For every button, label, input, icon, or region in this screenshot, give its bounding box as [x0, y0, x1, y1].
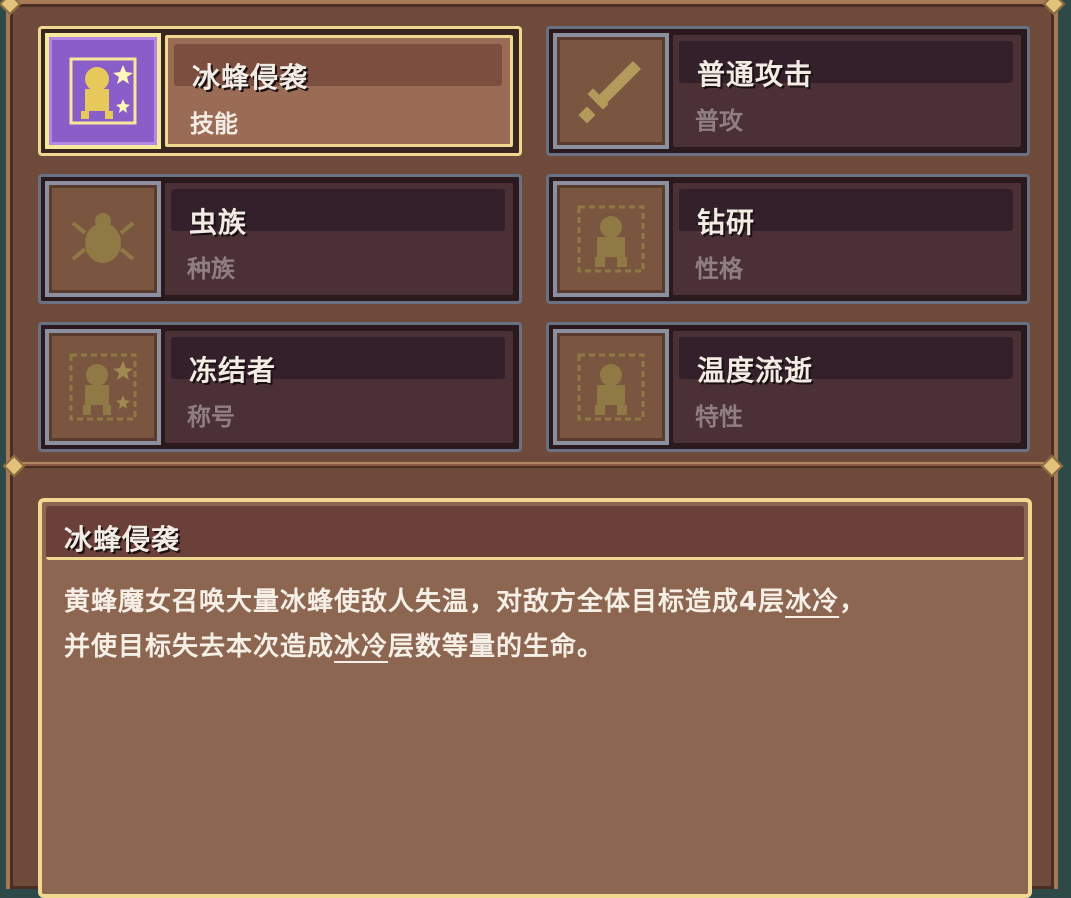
- corner-ornament: [1042, 0, 1066, 16]
- keyword-link-cold[interactable]: 冰冷: [785, 587, 839, 617]
- beetle-icon: [71, 213, 135, 263]
- card-name: 普通攻击: [697, 58, 814, 91]
- ice-bee-skill-icon: [69, 57, 137, 125]
- card-text-box: 钻研 性格: [673, 183, 1021, 295]
- skill-card-ice-bee-invasion[interactable]: 冰蜂侵袭 技能: [38, 26, 522, 156]
- trait-card-temperature-loss[interactable]: 温度流逝 特性: [546, 322, 1030, 452]
- card-text-box: 温度流逝 特性: [673, 331, 1021, 443]
- card-name: 钻研: [697, 206, 756, 239]
- card-name: 冰蜂侵袭: [192, 61, 309, 94]
- description-panel: 冰蜂侵袭 黄蜂魔女召唤大量冰蜂使敌人失温，对敌方全体目标造成4层冰冷， 并使目标…: [38, 498, 1032, 898]
- description-segment: ，: [839, 587, 867, 617]
- card-icon-frame: [553, 329, 669, 445]
- card-name: 虫族: [189, 206, 248, 239]
- card-type: 技能: [190, 110, 238, 138]
- title-card-freezer[interactable]: 冻结者 称号: [38, 322, 522, 452]
- corner-ornament: [0, 0, 22, 16]
- card-name-bar: 冰蜂侵袭: [174, 44, 502, 94]
- card-type: 称号: [187, 403, 235, 431]
- sword-icon: [578, 61, 641, 124]
- card-icon-frame: [553, 181, 669, 297]
- description-line: 并使目标失去本次造成冰冷层数等量的生命。: [64, 625, 1004, 670]
- card-text-box: 冻结者 称号: [165, 331, 513, 443]
- card-name: 温度流逝: [697, 354, 814, 387]
- card-icon-frame: [553, 33, 669, 149]
- card-text-box: 冰蜂侵袭 技能: [165, 35, 513, 147]
- description-title: 冰蜂侵袭: [64, 523, 181, 556]
- card-icon-frame: [45, 181, 161, 297]
- figure-icon: [577, 353, 645, 421]
- card-type: 特性: [695, 403, 743, 431]
- card-text-box: 普通攻击 普攻: [673, 35, 1021, 147]
- description-segment: 层数等量的生命。: [388, 632, 605, 662]
- trait-card-study[interactable]: 钻研 性格: [546, 174, 1030, 304]
- card-name-bar: 冻结者: [171, 337, 505, 387]
- card-name: 冻结者: [189, 354, 277, 387]
- section-divider: [12, 462, 1052, 468]
- card-name-bar: 温度流逝: [679, 337, 1013, 387]
- description-text: 黄蜂魔女召唤大量冰蜂使敌人失温，对敌方全体目标造成4层冰冷， 并使目标失去本次造…: [64, 580, 1004, 670]
- figure-icon: [577, 205, 645, 273]
- description-segment: 黄蜂魔女召唤大量冰蜂使敌人失温，对敌方全体目标造成4层: [64, 587, 786, 617]
- card-name-bar: 普通攻击: [679, 41, 1013, 91]
- skill-card-normal-attack[interactable]: 普通攻击 普攻: [546, 26, 1030, 156]
- card-type: 普攻: [695, 107, 743, 135]
- keyword-link-cold[interactable]: 冰冷: [334, 632, 388, 662]
- card-text-box: 虫族 种族: [165, 183, 513, 295]
- trait-card-insect[interactable]: 虫族 种族: [38, 174, 522, 304]
- card-name-bar: 钻研: [679, 189, 1013, 239]
- card-icon-frame: [45, 33, 161, 149]
- card-icon-frame: [45, 329, 161, 445]
- description-title-bar: 冰蜂侵袭: [46, 506, 1024, 560]
- card-type: 种族: [187, 255, 235, 283]
- card-name-bar: 虫族: [171, 189, 505, 239]
- card-type: 性格: [695, 255, 743, 283]
- description-segment: 并使目标失去本次造成: [64, 632, 335, 662]
- description-line: 黄蜂魔女召唤大量冰蜂使敌人失温，对敌方全体目标造成4层冰冷，: [64, 580, 1004, 625]
- ice-figure-icon: [69, 353, 137, 421]
